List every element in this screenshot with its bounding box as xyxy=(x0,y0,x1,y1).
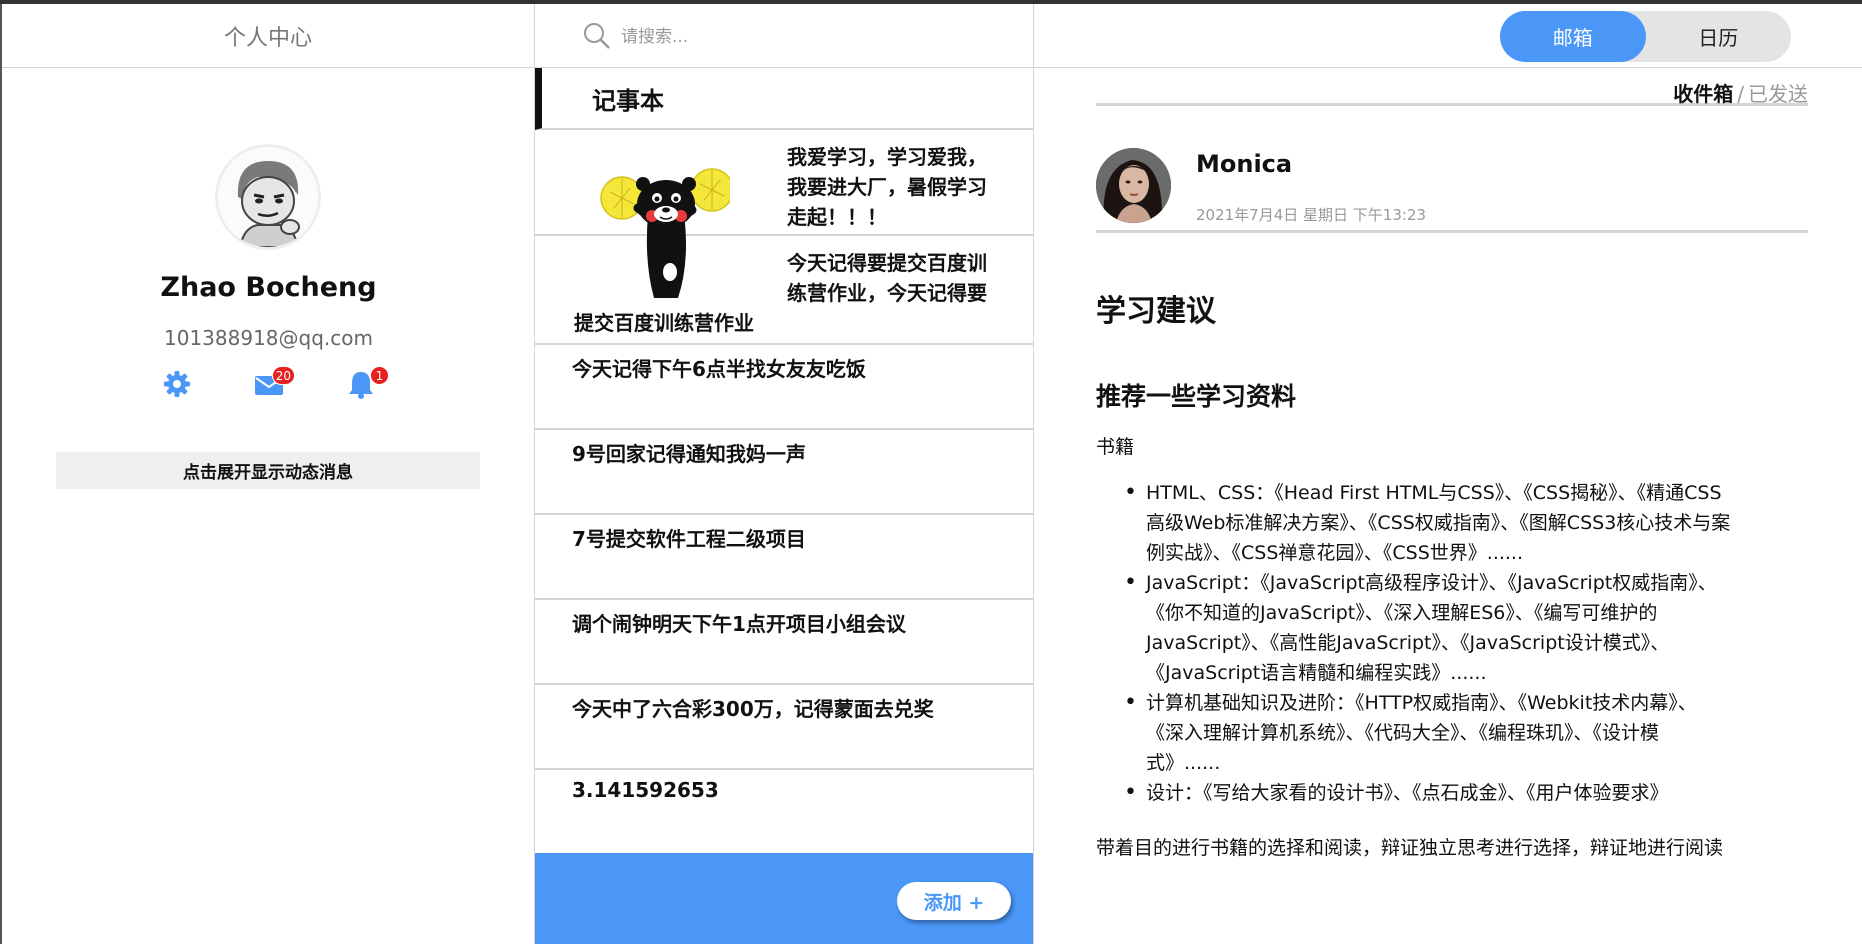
settings-button[interactable] xyxy=(157,368,197,404)
featured-note-line: 提交百度训练营作业 xyxy=(574,311,754,335)
view-toggle: 邮箱 日历 xyxy=(1500,11,1791,62)
profile-username: Zhao Bocheng xyxy=(160,272,377,303)
notification-count-badge: 1 xyxy=(370,366,389,385)
list-item: JavaScript：《JavaScript高级程序设计》、《JavaScrip… xyxy=(1124,568,1824,688)
book-list: HTML、CSS：《Head First HTML与CSS》、《CSS揭秘》、《… xyxy=(1124,478,1824,808)
add-note-button[interactable]: 添加 + xyxy=(897,882,1011,920)
profile-panel: 个人中心 Zhao Bocheng 101388918@qq.com 20 1 … xyxy=(2,4,535,944)
list-item: 设计：《写给大家看的设计书》、《点石成金》、《用户体验要求》 xyxy=(1124,778,1824,808)
featured-note-line: 练营作业，今天记得要 xyxy=(787,281,987,305)
mail-count-badge: 20 xyxy=(271,366,295,385)
list-item-line: 例实战》、《CSS禅意花园》、《CSS世界》...... xyxy=(1146,542,1524,564)
note-item[interactable]: 9号回家记得通知我妈一声 xyxy=(535,430,1034,515)
user-avatar[interactable] xyxy=(215,144,321,250)
mail-date: 2021年7月4日 星期日 下午13:23 xyxy=(1196,206,1427,224)
add-note-bar: 添加 + xyxy=(535,853,1033,944)
note-item[interactable]: 今天记得下午6点半找女友友吃饭 xyxy=(535,345,1034,430)
expand-activity-button[interactable]: 点击展开显示动态消息 xyxy=(56,452,480,489)
sender-avatar xyxy=(1096,148,1171,223)
notebook-panel: 记事本 我爱学习，学习爱我， 我要进大厂，暑假学习 走起！！！ 今天记得要提交百… xyxy=(535,4,1034,944)
tab-inbox[interactable]: 收件箱 xyxy=(1673,82,1733,106)
featured-note-line: 我要进大厂，暑假学习 xyxy=(787,175,987,199)
note-item[interactable]: 调个闹钟明天下午1点开项目小组会议 xyxy=(535,600,1034,685)
toggle-mail[interactable]: 邮箱 xyxy=(1500,11,1646,62)
featured-note[interactable]: 我爱学习，学习爱我， 我要进大厂，暑假学习 走起！！！ 今天记得要提交百度训 练… xyxy=(535,132,1034,345)
profile-email: 101388918@qq.com xyxy=(164,326,373,350)
list-item-line: 《深入理解计算机系统》、《代码大全》、《编程珠玑》、《设计模 xyxy=(1146,722,1660,744)
sender-divider xyxy=(1096,230,1808,233)
notebook-title: 记事本 xyxy=(535,68,1034,130)
mail-tabs: 收件箱 / 已发送 xyxy=(1096,78,1808,106)
kumamon-cheer-image xyxy=(600,152,734,306)
list-item: HTML、CSS：《Head First HTML与CSS》、《CSS揭秘》、《… xyxy=(1124,478,1824,568)
messages-button[interactable]: 20 xyxy=(249,366,295,404)
note-item[interactable]: 今天中了六合彩300万，记得蒙面去兑奖 xyxy=(535,685,1034,770)
mail-heading: 学习建议 xyxy=(1096,294,1216,329)
list-item-line: JavaScript：《JavaScript高级程序设计》、《JavaScrip… xyxy=(1146,572,1717,594)
list-item-line: 式》...... xyxy=(1146,752,1221,774)
profile-header-title: 个人中心 xyxy=(2,4,534,68)
tab-separator: / xyxy=(1737,82,1744,106)
list-item-line: 设计：《写给大家看的设计书》、《点石成金》、《用户体验要求》 xyxy=(1146,782,1669,804)
featured-note-line: 我爱学习，学习爱我， xyxy=(787,145,987,169)
note-item[interactable]: 3.141592653 xyxy=(535,770,1034,855)
mail-subheading: 推荐一些学习资料 xyxy=(1096,382,1297,411)
featured-note-line: 今天记得要提交百度训 xyxy=(787,251,987,275)
gear-icon xyxy=(162,369,192,403)
sender-name: Monica xyxy=(1196,150,1293,178)
list-item-line: JavaScript》、《高性能JavaScript》、《JavaScript设… xyxy=(1146,632,1670,654)
list-item-line: HTML、CSS：《Head First HTML与CSS》、《CSS揭秘》、《… xyxy=(1146,482,1722,504)
note-item[interactable]: 7号提交软件工程二级项目 xyxy=(535,515,1034,600)
tab-sent[interactable]: 已发送 xyxy=(1748,82,1808,106)
list-item: 计算机基础知识及进阶：《HTTP权威指南》、《Webkit技术内幕》、 《深入理… xyxy=(1124,688,1824,778)
list-item-line: 《你不知道的JavaScript》、《深入理解ES6》、《编写可维护的 xyxy=(1146,602,1658,624)
featured-note-line: 走起！！！ xyxy=(787,205,887,229)
mail-section-label: 书籍 xyxy=(1096,436,1135,458)
mail-panel: 收件箱 / 已发送 Monica 2021年7月4日 星期日 下午13:23 学习建… xyxy=(1034,68,1862,944)
list-item-line: 高级Web标准解决方案》、《CSS权威指南》、《图解CSS3核心技术与案 xyxy=(1146,512,1731,534)
mail-footer-text: 带着目的进行书籍的选择和阅读，辩证独立思考进行选择，辩证地进行阅读 xyxy=(1096,837,1724,859)
list-item-line: 计算机基础知识及进阶：《HTTP权威指南》、《Webkit技术内幕》、 xyxy=(1146,692,1697,714)
toggle-calendar[interactable]: 日历 xyxy=(1646,11,1792,62)
notifications-button[interactable]: 1 xyxy=(341,366,389,404)
list-item-line: 《JavaScript语言精髓和编程实践》...... xyxy=(1146,662,1487,684)
